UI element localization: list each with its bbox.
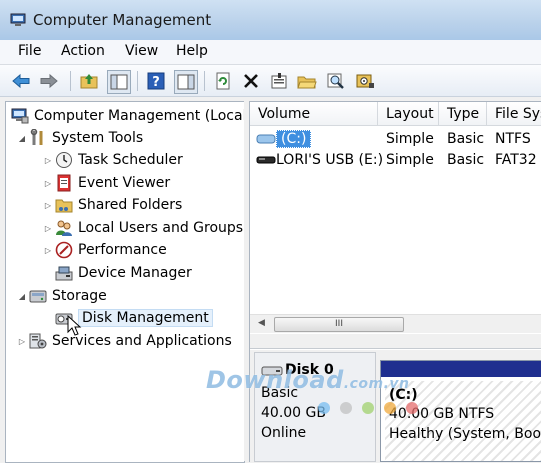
- watermark-text: Download: [206, 366, 344, 394]
- menu-help[interactable]: Help: [176, 43, 208, 59]
- column-header-layout[interactable]: Layout: [378, 102, 439, 126]
- shared-folder-icon: [54, 196, 74, 214]
- usb-drive-icon: [256, 154, 276, 168]
- services-icon: [28, 332, 48, 350]
- horizontal-splitter[interactable]: [250, 334, 541, 349]
- system-tools-icon: [28, 129, 48, 147]
- mouse-cursor-icon: [67, 314, 83, 340]
- tree-item-computer-management[interactable]: Computer Management (Local: [10, 106, 245, 126]
- scroll-left-icon[interactable]: ◀: [258, 318, 265, 328]
- window-title: Computer Management: [33, 11, 212, 29]
- collapse-arrow-icon[interactable]: ◢: [16, 292, 28, 301]
- table-row[interactable]: (C:) Simple Basic NTFS: [250, 128, 541, 149]
- volume-type: Basic: [447, 152, 485, 168]
- storage-icon: [28, 287, 48, 305]
- volume-name: (C:): [276, 130, 312, 148]
- horizontal-scrollbar[interactable]: ◀ III: [250, 314, 541, 333]
- tree-item-shared-folders[interactable]: ▷ Shared Folders: [42, 195, 182, 215]
- toolbar: ?: [0, 65, 541, 97]
- tree-item-label: Event Viewer: [78, 175, 171, 191]
- menu-bar: File Action View Help: [0, 40, 541, 65]
- svg-text:?: ?: [152, 75, 160, 90]
- tree-item-label: Computer Management (Local: [34, 108, 245, 124]
- users-icon: [54, 219, 74, 237]
- disk-size: 40.00 GB: [261, 405, 326, 421]
- volume-layout: Simple: [386, 131, 434, 147]
- watermark-suffix: .com.vn: [343, 376, 410, 392]
- tree-item-performance[interactable]: ▷ Performance: [42, 240, 167, 260]
- tree-item-services-applications[interactable]: ▷ Services and Applications: [16, 331, 232, 351]
- open-folder-icon[interactable]: [296, 70, 318, 92]
- table-row[interactable]: LORI'S USB (E:) Simple Basic FAT32: [250, 149, 541, 170]
- properties-icon[interactable]: [268, 70, 290, 92]
- tree-item-local-users-groups[interactable]: ▷ Local Users and Groups: [42, 218, 243, 238]
- tree-item-label: Disk Management: [78, 309, 213, 327]
- title-bar: Computer Management: [0, 0, 541, 41]
- volume-drive-icon: [256, 133, 276, 147]
- show-hide-tree-icon[interactable]: [107, 70, 131, 94]
- refresh-icon[interactable]: [212, 70, 234, 92]
- tree-item-label: Task Scheduler: [78, 152, 183, 168]
- expand-arrow-icon[interactable]: ▷: [16, 337, 28, 346]
- column-header-type[interactable]: Type: [439, 102, 487, 126]
- column-header-file-system[interactable]: File Sys: [487, 102, 541, 126]
- expand-arrow-icon[interactable]: ▷: [42, 246, 54, 255]
- column-header-volume[interactable]: Volume: [250, 102, 378, 126]
- up-folder-icon[interactable]: [78, 70, 100, 92]
- menu-view[interactable]: View: [125, 43, 158, 59]
- tree-item-label: Storage: [52, 288, 107, 304]
- volume-file-system: FAT32: [495, 152, 537, 168]
- tree-item-system-tools[interactable]: ◢ System Tools: [16, 128, 143, 148]
- menu-file[interactable]: File: [18, 43, 41, 59]
- volume-type: Basic: [447, 131, 485, 147]
- watermark: Download.com.vn: [206, 366, 410, 394]
- forward-arrow-icon[interactable]: [38, 70, 60, 92]
- expand-arrow-icon[interactable]: ▷: [42, 156, 54, 165]
- console-tree: Computer Management (Local ◢ System Tool…: [5, 101, 245, 463]
- help-icon[interactable]: ?: [145, 70, 167, 92]
- computer-management-icon: [10, 12, 26, 28]
- performance-icon: [54, 241, 74, 259]
- device-manager-icon: [54, 264, 74, 282]
- tree-item-label: Local Users and Groups: [78, 220, 244, 236]
- expand-arrow-icon[interactable]: ▷: [42, 201, 54, 210]
- tree-item-storage[interactable]: ◢ Storage: [16, 286, 107, 306]
- tree-item-label: Performance: [78, 242, 167, 258]
- delete-icon[interactable]: [240, 70, 262, 92]
- volume-name: LORI'S USB (E:): [276, 152, 384, 168]
- clock-icon: [54, 151, 74, 169]
- menu-action[interactable]: Action: [61, 43, 105, 59]
- event-viewer-icon: [54, 174, 74, 192]
- tree-item-label: System Tools: [52, 130, 144, 146]
- expand-arrow-icon[interactable]: ▷: [42, 224, 54, 233]
- partition-size: 40.00 GB NTFS: [389, 406, 495, 422]
- tree-item-device-manager[interactable]: Device Manager: [54, 263, 192, 283]
- disk-settings-icon[interactable]: [354, 70, 376, 92]
- volume-file-system: NTFS: [495, 131, 531, 147]
- partition-health: Healthy (System, Boot,: [389, 426, 541, 442]
- scrollbar-thumb[interactable]: III: [274, 317, 404, 332]
- collapse-arrow-icon[interactable]: ◢: [16, 134, 28, 143]
- tree-item-event-viewer[interactable]: ▷ Event Viewer: [42, 173, 170, 193]
- disk-status: Online: [261, 425, 307, 441]
- volume-layout: Simple: [386, 152, 434, 168]
- back-arrow-icon[interactable]: [10, 70, 32, 92]
- tree-item-label: Shared Folders: [78, 197, 183, 213]
- find-icon[interactable]: [325, 70, 347, 92]
- tree-item-task-scheduler[interactable]: ▷ Task Scheduler: [42, 150, 183, 170]
- expand-arrow-icon[interactable]: ▷: [42, 179, 54, 188]
- computer-management-icon: [10, 107, 30, 125]
- show-hide-action-pane-icon[interactable]: [174, 70, 198, 94]
- tree-item-label: Device Manager: [78, 265, 192, 281]
